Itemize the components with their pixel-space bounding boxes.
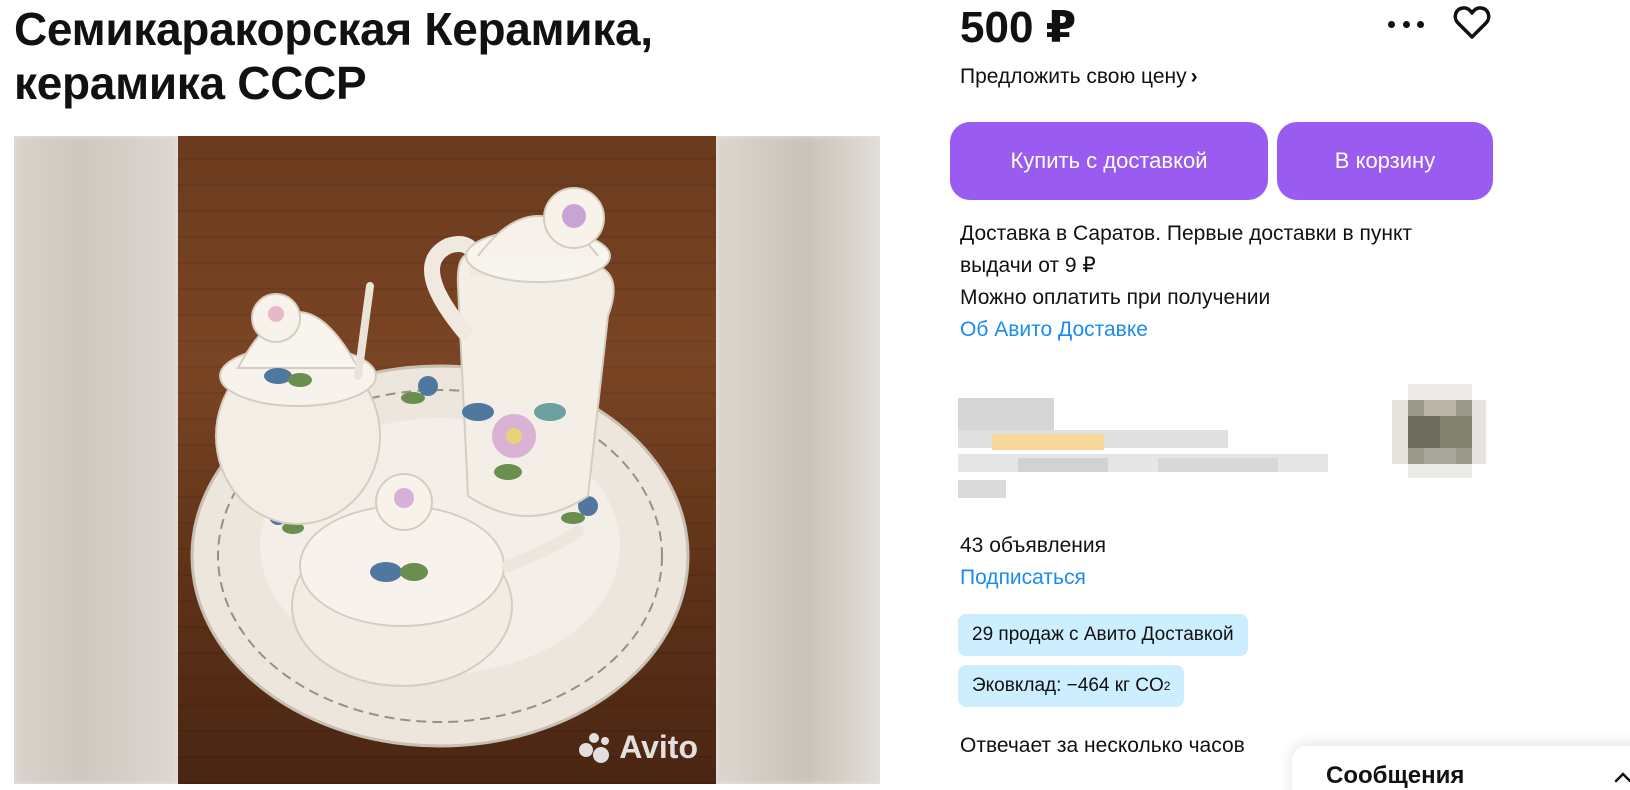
- messages-label: Сообщения: [1326, 762, 1465, 789]
- avito-watermark: Avito: [579, 729, 698, 766]
- about-avito-delivery-link[interactable]: Об Авито Доставке: [960, 314, 1480, 346]
- seller-ads-count[interactable]: 43 объявления: [960, 534, 1106, 558]
- listing-title-line1: Семикаракорская Керамика,: [14, 3, 653, 55]
- avito-logo-icon: [579, 732, 613, 763]
- eco-badge[interactable]: Эковклад: −464 кг CO 2: [958, 665, 1185, 707]
- seller-response-time: Отвечает за несколько часов: [960, 734, 1245, 757]
- sales-badge: 29 продаж с Авито Доставкой: [958, 614, 1248, 656]
- eco-badge-subscript: 2: [1163, 679, 1171, 693]
- offer-price-label: Предложить свою цену: [960, 65, 1187, 88]
- buy-with-delivery-button[interactable]: Купить с доставкой: [950, 122, 1268, 200]
- listing-page: Семикаракорская Керамика, керамика СССР: [0, 0, 1630, 790]
- listing-title-line2: керамика СССР: [14, 57, 367, 109]
- avito-watermark-text: Avito: [619, 729, 698, 765]
- ceramic-set-illustration: [190, 187, 690, 748]
- chevron-right-icon: ›: [1190, 65, 1198, 88]
- chevron-up-icon[interactable]: [1614, 768, 1630, 786]
- offer-price-link[interactable]: Предложить свою цену ›: [960, 62, 1198, 92]
- subscribe-link[interactable]: Подписаться: [960, 566, 1086, 590]
- gallery-blur-left: [14, 136, 178, 784]
- messages-panel[interactable]: Сообщения: [1292, 746, 1630, 790]
- photo-gallery[interactable]: Avito: [14, 136, 880, 784]
- delivery-line1: Доставка в Саратов. Первые доставки в пу…: [960, 222, 1412, 245]
- more-dots-icon[interactable]: [1388, 16, 1424, 32]
- seller-avatar[interactable]: [1392, 384, 1486, 478]
- eco-badge-text: Эковклад: −464 кг CO: [972, 675, 1164, 696]
- price: 500 ₽: [960, 3, 1077, 52]
- delivery-line2: выдачи от 9 ₽: [960, 254, 1096, 277]
- heart-icon[interactable]: [1452, 2, 1492, 42]
- payment-on-receipt: Можно оплатить при получении: [960, 286, 1271, 309]
- delivery-info: Доставка в Саратов. Первые доставки в пу…: [960, 218, 1480, 346]
- add-to-cart-button[interactable]: В корзину: [1277, 122, 1493, 200]
- listing-photo[interactable]: Avito: [178, 136, 716, 784]
- gallery-blur-right: [716, 136, 880, 784]
- listing-title: Семикаракорская Керамика, керамика СССР: [14, 2, 874, 110]
